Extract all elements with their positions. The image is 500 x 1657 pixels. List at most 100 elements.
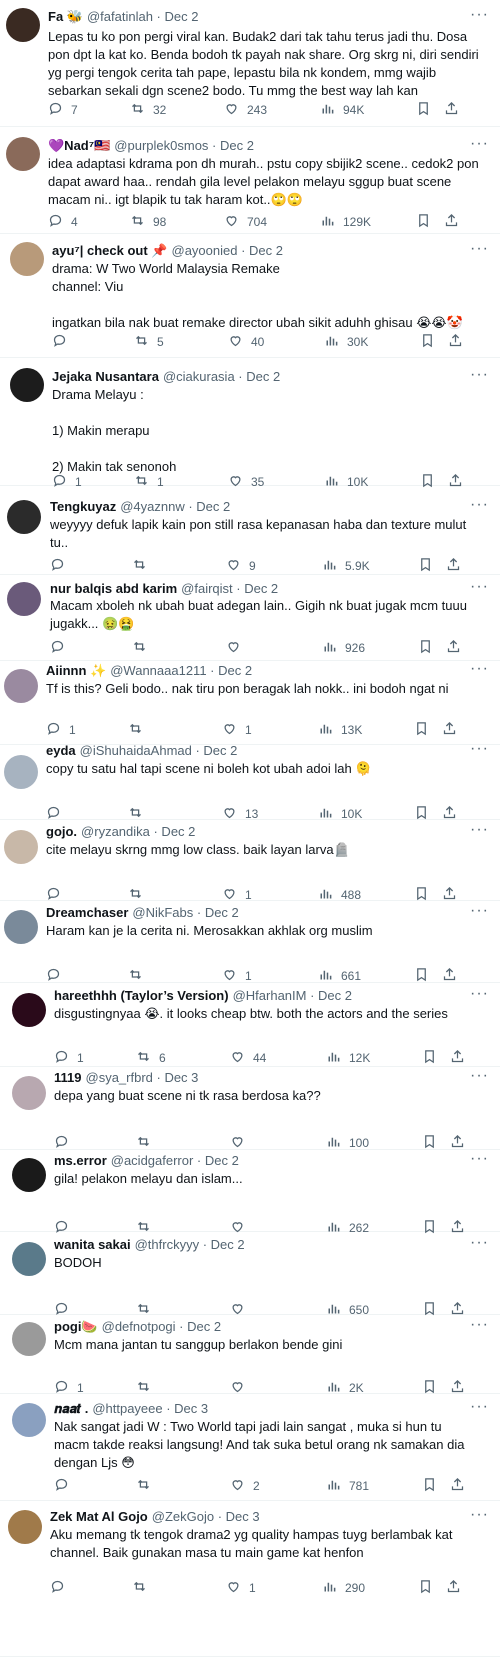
views-button[interactable]: 781 [326,1478,369,1494]
retweet-button[interactable] [132,640,155,656]
display-name[interactable]: 1119 [54,1070,82,1085]
bookmark-button[interactable] [418,640,433,656]
more-dots-icon[interactable]: ··· [470,661,488,678]
handle-and-date[interactable]: @fafatinlah · Dec 2 [87,9,198,24]
handle-and-date[interactable]: @fairqist · Dec 2 [181,581,278,596]
retweet-button[interactable]: 98 [130,214,166,230]
tweet[interactable]: Aiinnn ✨ @Wannaaa1211 · Dec 2 ··· Tf is thi… [0,661,500,745]
display-name[interactable]: Fa 🐝 [48,9,83,24]
avatar[interactable] [12,993,46,1027]
like-button[interactable]: 2 [230,1478,260,1494]
display-name[interactable]: eyda [46,743,76,758]
more-dots-icon[interactable]: ··· [470,1235,488,1252]
bookmark-button[interactable] [418,558,433,574]
share-button[interactable] [442,967,457,984]
more-dots-icon[interactable]: ··· [470,497,488,514]
tweet[interactable]: hareethhh (Taylor’s Version) @HfarhanIM ·… [0,983,500,1067]
like-button[interactable]: 1 [222,968,252,984]
avatar[interactable] [4,755,38,789]
more-dots-icon[interactable]: ··· [470,579,488,596]
tweet[interactable]: 𝒏𝒂𝒂𝒕 . @httpayeee · Dec 3 ··· Nak sangat ja… [0,1394,500,1501]
views-button[interactable]: 100 [326,1135,369,1151]
tweet[interactable]: Zek Mat Al Gojo @ZekGojo · Dec 3 ··· Aku me… [0,1501,500,1657]
tweet[interactable]: Tengkuyaz @4yaznnw · Dec 2 ··· weyyyy defuk… [0,486,500,575]
display-name[interactable]: 💜Nad⁷🇲🇾 [48,138,110,153]
avatar[interactable] [6,137,40,171]
share-button[interactable] [444,213,459,230]
retweet-button[interactable]: 6 [136,1050,166,1066]
avatar[interactable] [4,830,38,864]
avatar[interactable] [12,1403,46,1437]
avatar[interactable] [4,669,38,703]
views-button[interactable]: 661 [318,968,361,984]
views-button[interactable]: 129K [320,214,371,230]
views-button[interactable]: 5.9K [322,558,370,574]
display-name[interactable]: Aiinnn ✨ [46,663,106,678]
views-button[interactable]: 290 [322,1580,365,1596]
handle-and-date[interactable]: @HfarhanIM · Dec 2 [233,988,352,1003]
avatar[interactable] [12,1242,46,1276]
retweet-button[interactable]: 32 [130,102,166,118]
more-dots-icon[interactable]: ··· [470,903,488,920]
reply-button[interactable]: 4 [48,214,78,230]
retweet-button[interactable] [136,1135,159,1151]
retweet-button[interactable]: 5 [134,334,164,350]
views-button[interactable]: 926 [322,640,365,656]
avatar[interactable] [12,1158,46,1192]
tweet[interactable]: Dreamchaser @NikFabs · Dec 2 ··· Haram kan … [0,901,500,983]
reply-button[interactable] [50,558,73,574]
tweet[interactable]: Jejaka Nusantara @ciakurasia · Dec 2 ··· Dr… [0,358,500,489]
avatar[interactable] [6,8,40,42]
more-dots-icon[interactable]: ··· [470,136,488,153]
reply-button[interactable]: 1 [54,1050,84,1066]
share-button[interactable] [446,1579,461,1596]
handle-and-date[interactable]: @thfrckyyy · Dec 2 [135,1237,245,1252]
display-name[interactable]: ms.error [54,1153,107,1168]
handle-and-date[interactable]: @httpayeee · Dec 3 [92,1401,208,1416]
tweet[interactable]: ms.error @acidgaferror · Dec 2 ··· gila! pe… [0,1150,500,1235]
bookmark-button[interactable] [416,214,431,230]
more-dots-icon[interactable]: ··· [470,7,488,24]
display-name[interactable]: ayu⁷| check out 📌 [52,243,168,258]
tweet[interactable]: ayu⁷| check out 📌 @ayoonied · Dec 2 ··· dra… [0,234,500,358]
retweet-button[interactable] [132,558,155,574]
avatar[interactable] [12,1076,46,1110]
display-name[interactable]: Jejaka Nusantara [52,369,159,384]
tweet[interactable]: eyda @iShuhaidaAhmad · Dec 2 ··· copy tu sa… [0,741,500,821]
reply-button[interactable] [54,1478,77,1494]
reply-button[interactable]: 1 [46,722,76,738]
bookmark-button[interactable] [414,968,429,984]
handle-and-date[interactable]: @purplek0smos · Dec 2 [114,138,254,153]
avatar[interactable] [7,500,41,534]
display-name[interactable]: Tengkuyaz [50,499,116,514]
like-button[interactable] [230,1135,253,1151]
display-name[interactable]: Dreamchaser [46,905,128,920]
like-button[interactable] [226,640,249,656]
views-button[interactable]: 94K [320,102,364,118]
like-button[interactable]: 1 [222,722,252,738]
views-button[interactable]: 30K [324,334,368,350]
like-button[interactable]: 9 [226,558,256,574]
avatar[interactable] [7,582,41,616]
display-name[interactable]: wanita sakai [54,1237,131,1252]
share-button[interactable] [444,101,459,118]
avatar[interactable] [10,368,44,402]
handle-and-date[interactable]: @NikFabs · Dec 2 [132,905,238,920]
share-button[interactable] [442,721,457,738]
display-name[interactable]: gojo. [46,824,77,839]
avatar[interactable] [12,1322,46,1356]
handle-and-date[interactable]: @ciakurasia · Dec 2 [163,369,280,384]
display-name[interactable]: pogi🍉 [54,1319,98,1334]
share-button[interactable] [446,639,461,656]
more-dots-icon[interactable]: ··· [470,741,488,758]
handle-and-date[interactable]: @ayoonied · Dec 2 [172,243,283,258]
like-button[interactable]: 1 [226,1580,256,1596]
tweet[interactable]: 1119 @sya_rfbrd · Dec 3 ··· depa yang buat … [0,1067,500,1150]
retweet-button[interactable] [136,1478,159,1494]
more-dots-icon[interactable]: ··· [470,1151,488,1168]
handle-and-date[interactable]: @acidgaferror · Dec 2 [111,1153,239,1168]
display-name[interactable]: Zek Mat Al Gojo [50,1509,148,1524]
share-button[interactable] [446,557,461,574]
tweet[interactable]: gojo. @ryzandika · Dec 2 ··· cite melayu sk… [0,820,500,902]
bookmark-button[interactable] [422,1478,437,1494]
